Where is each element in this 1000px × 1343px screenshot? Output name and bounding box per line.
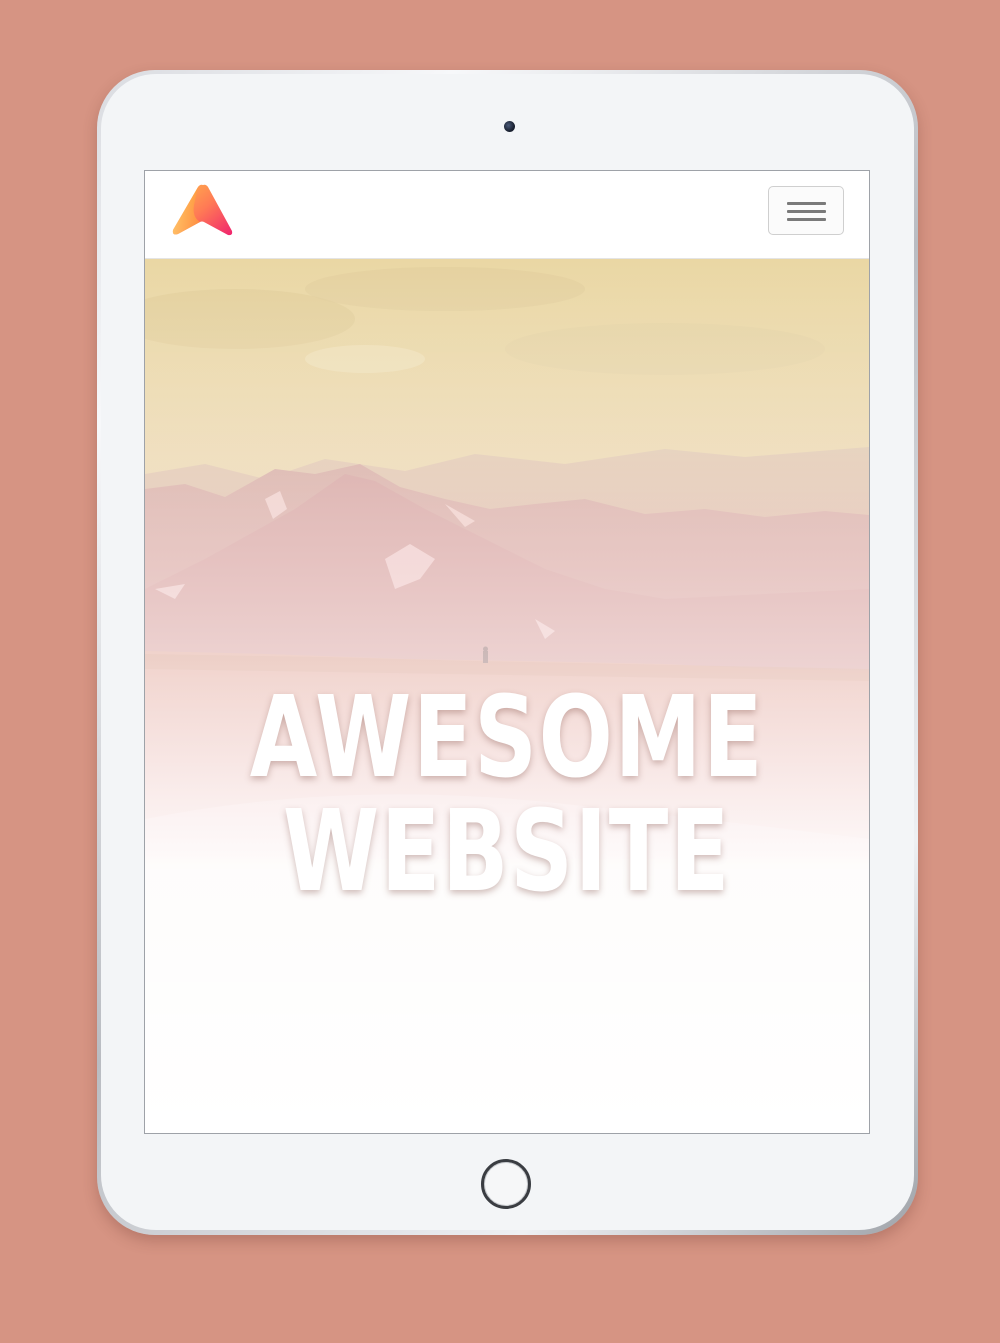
- hamburger-menu-icon: [787, 202, 826, 205]
- hero-section: AWESOME WEBSITE: [145, 259, 869, 1133]
- hamburger-line: [787, 218, 826, 221]
- tablet-screen: AWESOME WEBSITE: [145, 171, 869, 1133]
- background: AWESOME WEBSITE: [0, 0, 1000, 1343]
- hamburger-line: [787, 210, 826, 213]
- hero-title-line1: AWESOME: [249, 673, 765, 803]
- menu-toggle-button[interactable]: [768, 186, 844, 235]
- hero-title-line2: WEBSITE: [282, 787, 732, 917]
- navbar: [145, 171, 869, 259]
- camera-icon: [504, 121, 515, 132]
- logo-icon[interactable]: [170, 183, 234, 239]
- home-button[interactable]: [481, 1159, 531, 1209]
